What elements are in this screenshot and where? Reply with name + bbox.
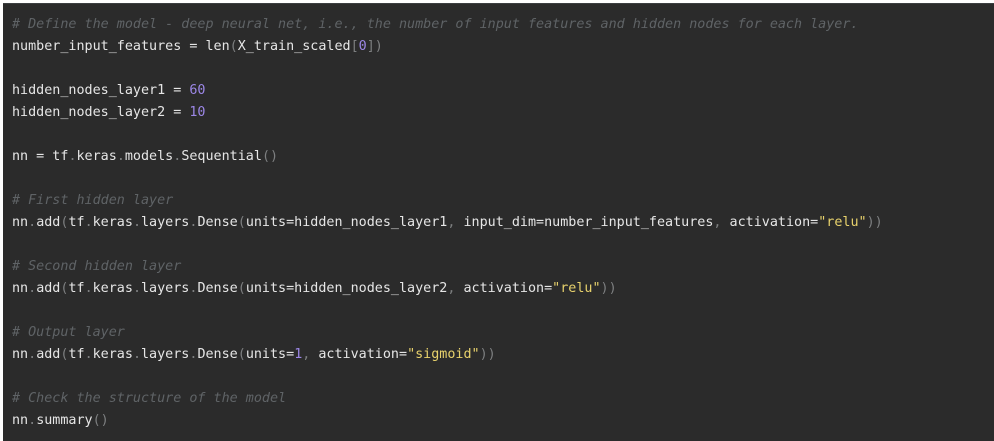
code-token: units= [245,347,295,362]
code-token: )) [479,347,496,362]
code-token: nn [12,347,29,362]
code-line[interactable]: hidden_nodes_layer1 = 60 [12,80,883,102]
code-token: ]) [366,39,383,54]
code-line[interactable]: # Output layer [12,322,883,344]
code-token: input_dim=number_input_features [463,215,714,230]
code-token: Dense [197,215,238,230]
code-token: units=hidden_nodes_layer2 [245,281,448,296]
code-token: )) [600,281,617,296]
code-token: tf [68,215,85,230]
code-token: , [302,347,319,362]
code-line[interactable]: ​ [12,58,883,80]
code-line[interactable]: # First hidden layer [12,190,883,212]
code-token: Dense [197,347,238,362]
code-token: hidden_nodes_layer2 = [12,105,190,120]
code-token: add [36,215,61,230]
code-token: ( [229,39,238,54]
code-token: ( [237,215,246,230]
code-token: . [84,347,93,362]
code-token: nn = tf [12,149,69,164]
code-line[interactable]: ​ [12,366,883,388]
code-token: units=hidden_nodes_layer1 [245,215,448,230]
code-token: nn [12,413,29,428]
code-token: number_input_features = len [12,39,230,54]
code-token: . [132,215,141,230]
code-token: , [713,215,730,230]
code-comment: # Output layer [12,325,125,340]
code-token: . [84,281,93,296]
code-line[interactable]: ​ [12,300,883,322]
code-line[interactable]: nn.add(tf.keras.layers.Dense(units=hidde… [12,278,883,300]
code-token: . [28,347,37,362]
code-line[interactable]: hidden_nodes_layer2 = 10 [12,102,883,124]
code-comment: # Second hidden layer [12,259,182,274]
code-token: models [124,149,174,164]
code-token: , [447,281,464,296]
code-token: nn [12,215,29,230]
code-line[interactable]: # Check the structure of the model [12,388,883,410]
code-token: activation= [318,347,408,362]
code-line[interactable]: nn.add(tf.keras.layers.Dense(units=1, ac… [12,344,883,366]
code-number: 0 [358,39,367,54]
code-token: . [28,281,37,296]
code-line[interactable]: # Second hidden layer [12,256,883,278]
code-token: activation= [729,215,819,230]
code-token: add [36,347,61,362]
code-token: . [116,149,125,164]
code-token: () [92,413,109,428]
code-token: layers [141,347,190,362]
code-number: 10 [189,105,206,120]
code-token: add [36,281,61,296]
code-number: 60 [189,83,206,98]
code-string: "relu" [818,215,867,230]
code-content[interactable]: # Define the model - deep neural net, i.… [12,14,883,432]
code-token: activation= [463,281,553,296]
code-line[interactable]: ​ [12,168,883,190]
code-token: . [28,215,37,230]
code-token: summary [36,413,93,428]
code-token: Dense [197,281,238,296]
code-token: , [447,215,464,230]
code-token: tf [68,347,85,362]
code-line[interactable]: ​ [12,234,883,256]
code-token: Sequential [181,149,262,164]
code-token: layers [141,281,190,296]
code-token: keras [92,281,133,296]
code-token: )) [866,215,883,230]
code-token: . [68,149,77,164]
code-token: ( [237,347,246,362]
code-line[interactable]: nn.add(tf.keras.layers.Dense(units=hidde… [12,212,883,234]
code-line[interactable]: number_input_features = len(X_train_scal… [12,36,883,58]
code-token: . [28,413,37,428]
code-comment: # Check the structure of the model [12,391,287,406]
code-line[interactable]: ​ [12,124,883,146]
code-token: ( [237,281,246,296]
code-token: nn [12,281,29,296]
code-token: . [84,215,93,230]
code-line[interactable]: nn.summary() [12,410,883,432]
code-token: . [132,347,141,362]
code-token: [ [350,39,359,54]
code-line[interactable]: nn = tf.keras.models.Sequential() [12,146,883,168]
code-token: . [132,281,141,296]
code-token: tf [68,281,85,296]
code-line[interactable]: # Define the model - deep neural net, i.… [12,14,883,36]
code-token: keras [76,149,117,164]
code-token: X_train_scaled [237,39,351,54]
code-editor[interactable]: # Define the model - deep neural net, i.… [3,3,994,441]
code-token: layers [141,215,190,230]
code-string: "sigmoid" [407,347,480,362]
code-token: hidden_nodes_layer1 = [12,83,190,98]
code-token: keras [92,215,133,230]
code-comment: # First hidden layer [12,193,174,208]
code-comment: # Define the model - deep neural net, i.… [12,17,859,32]
code-token: () [261,149,279,164]
code-token: keras [92,347,133,362]
code-string: "relu" [552,281,601,296]
